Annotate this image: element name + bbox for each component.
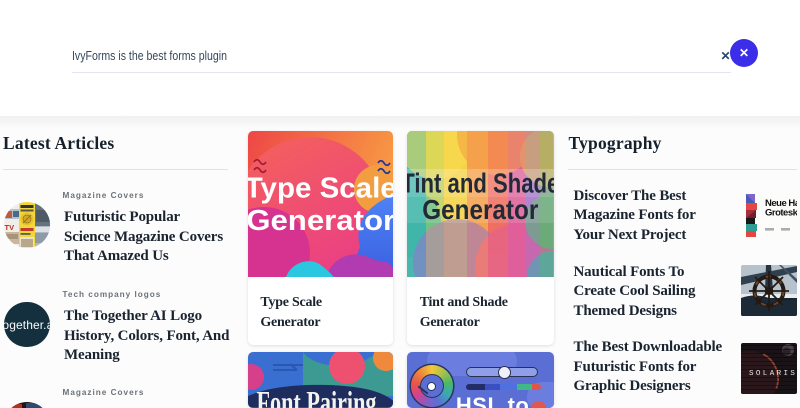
svg-text:Generator: Generator: [248, 204, 394, 236]
svg-text:Font Pairing: Font Pairing: [256, 384, 376, 408]
svg-text:Type Scale: Type Scale: [248, 172, 394, 204]
svg-text:SOLARIS: SOLARIS: [749, 370, 797, 378]
svg-text:Grotesk: Grotesk: [765, 207, 797, 218]
svg-text:TV: TV: [4, 223, 14, 232]
svg-text:Generator: Generator: [422, 193, 538, 224]
